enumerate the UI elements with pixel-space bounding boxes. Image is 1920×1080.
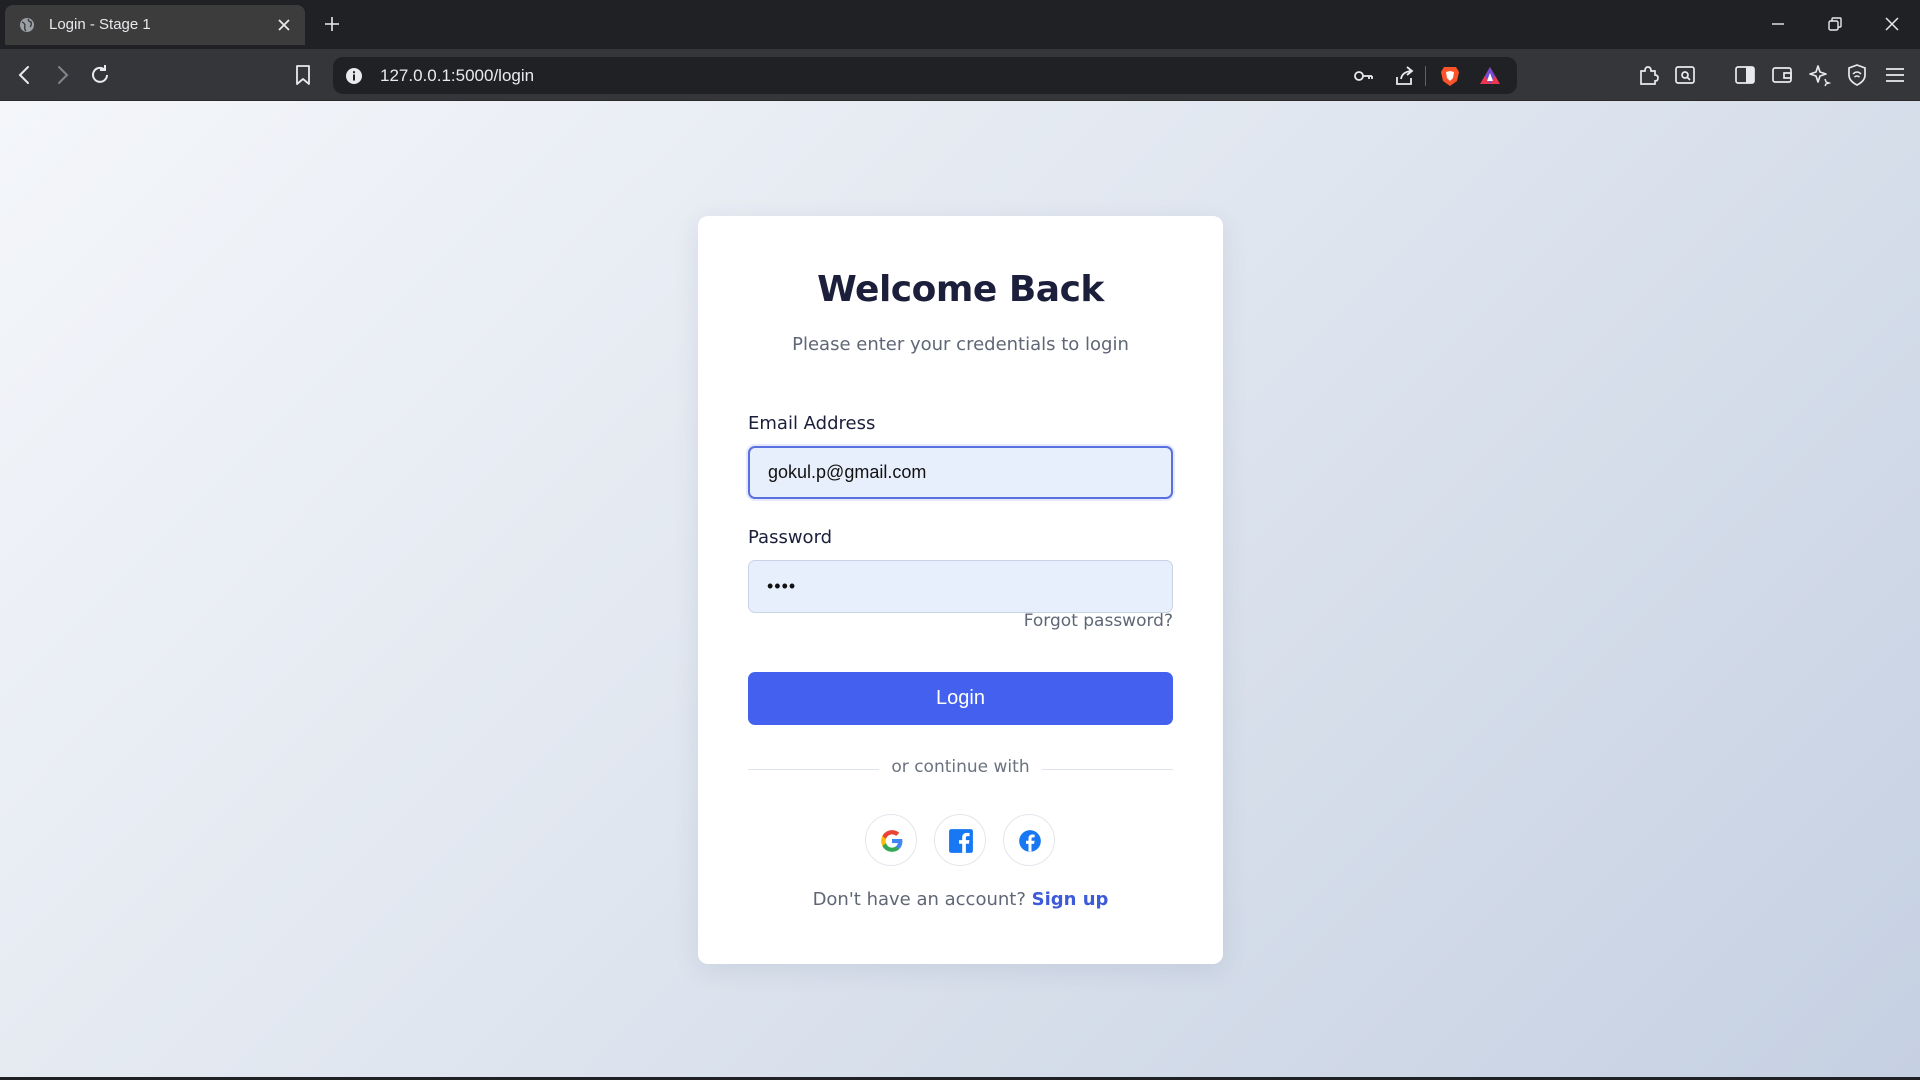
signup-prompt: Don't have an account? [812,889,1026,910]
tab-title: Login - Stage 1 [49,16,151,33]
signup-link[interactable]: Sign up [1032,889,1109,910]
bookmark-icon[interactable] [291,63,315,87]
key-icon[interactable] [1351,64,1375,88]
forgot-password-link[interactable]: Forgot password? [973,611,1173,631]
screenshot-icon[interactable] [1673,63,1697,87]
password-field[interactable] [748,560,1173,613]
vpn-icon[interactable] [1845,63,1869,87]
login-button[interactable]: Login [748,672,1173,725]
globe-icon [20,18,34,32]
page-title: Welcome Back [817,269,1104,310]
back-icon[interactable] [13,63,37,87]
address-bar[interactable]: 127.0.0.1:5000/login [333,57,1517,94]
menu-icon[interactable] [1883,63,1907,87]
sidebar-icon[interactable] [1733,63,1757,87]
reload-icon[interactable] [88,63,112,87]
info-icon[interactable] [345,67,363,85]
tab-strip: Login - Stage 1 [0,0,1920,49]
plus-icon[interactable] [322,14,342,34]
close-window-icon[interactable] [1882,14,1902,34]
wallet-icon[interactable] [1770,63,1794,87]
email-field[interactable] [748,446,1173,499]
page-subtitle: Please enter your credentials to login [792,334,1129,355]
share-icon[interactable] [1393,64,1417,88]
forward-icon[interactable] [50,63,74,87]
browser-tab[interactable]: Login - Stage 1 [5,5,305,45]
signup-row: Don't have an account? Sign up [698,889,1223,910]
minimize-icon[interactable] [1768,14,1788,34]
brave-shield-icon[interactable] [1438,64,1462,88]
page-viewport: Welcome Back Please enter your credentia… [0,101,1920,1077]
brave-rewards-icon[interactable] [1478,64,1502,88]
divider-line-right [1042,769,1173,770]
google-login-button[interactable] [865,814,917,866]
facebook-circle-icon [1019,830,1041,852]
login-card: Welcome Back Please enter your credentia… [698,216,1223,964]
extensions-icon[interactable] [1636,63,1660,87]
close-icon[interactable] [275,16,293,34]
facebook-square-icon [949,829,973,853]
email-label: Email Address [748,413,876,434]
url-text[interactable]: 127.0.0.1:5000/login [380,66,534,86]
facebook-alt-login-button[interactable] [1003,814,1055,866]
restore-icon[interactable] [1825,14,1845,34]
omnibox-separator [1425,66,1426,86]
password-label: Password [748,527,833,548]
leo-ai-icon[interactable] [1807,63,1831,87]
divider-text: or continue with [891,757,1030,777]
google-icon [881,830,903,852]
facebook-login-button[interactable] [934,814,986,866]
browser-toolbar: 127.0.0.1:5000/login [0,49,1920,101]
